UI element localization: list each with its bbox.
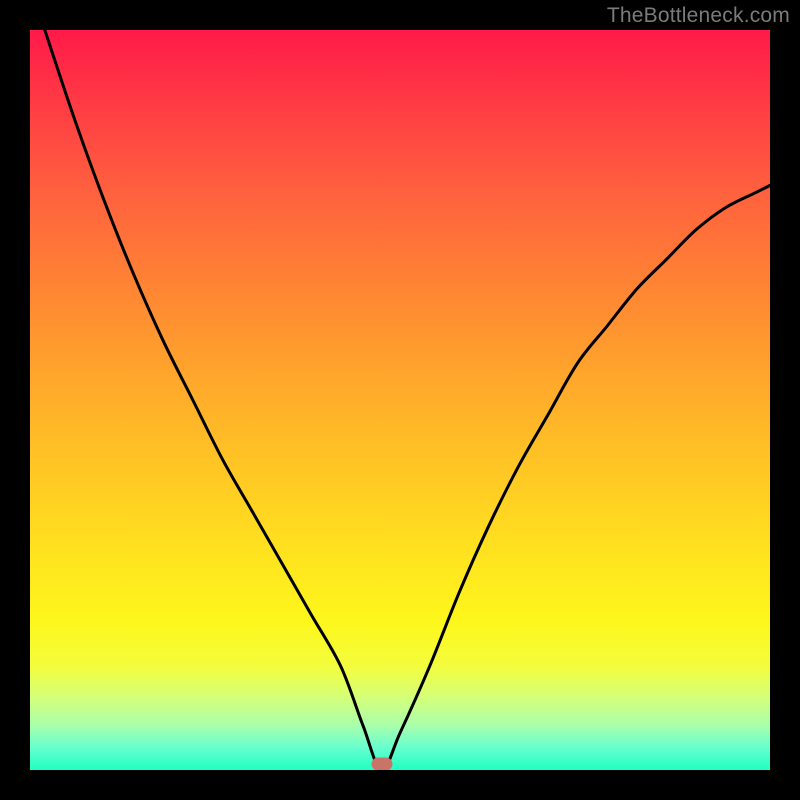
watermark-text: TheBottleneck.com: [607, 4, 790, 28]
curve-svg: [30, 30, 770, 770]
optimum-marker-icon: [371, 758, 392, 770]
chart-frame: TheBottleneck.com: [0, 0, 800, 800]
bottleneck-curve: [45, 30, 770, 770]
plot-area: [30, 30, 770, 770]
